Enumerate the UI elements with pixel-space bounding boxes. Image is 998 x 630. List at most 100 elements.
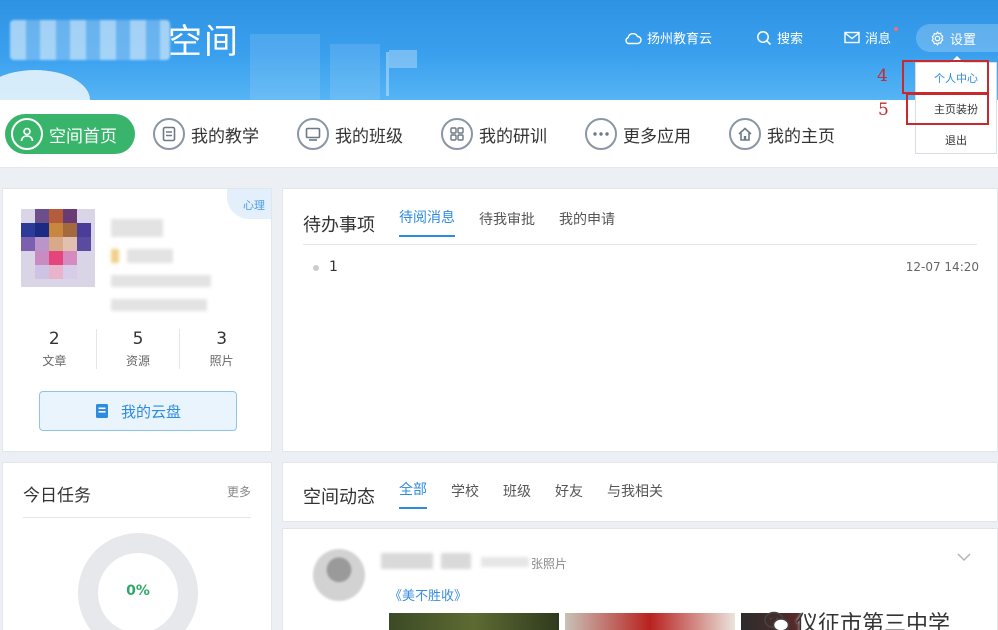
watermark-text: 仪征市第三中学 (796, 612, 951, 630)
nav-item-my-homepage[interactable]: 我的主页 (729, 114, 835, 154)
space-title: 空间 (168, 22, 240, 62)
tab-related-to-me[interactable]: 与我相关 (607, 481, 663, 509)
nav-item-label: 我的研训 (479, 126, 547, 147)
main-nav: 空间首页 我的教学 我的班级 我的研训 更多应用 我的主页 (0, 100, 998, 168)
space-owner-name-blurred (10, 20, 170, 60)
grid-icon (441, 118, 473, 150)
nav-item-label: 空间首页 (49, 126, 117, 147)
more-dots-icon (585, 118, 617, 150)
post-photo-thumbnail[interactable] (565, 613, 735, 630)
gear-icon (931, 30, 944, 46)
stat-resources-label: 资源 (126, 354, 151, 368)
stat-articles[interactable]: 2 文章 (13, 329, 97, 369)
today-tasks-title: 今日任务 (23, 486, 91, 506)
page-header: 空间 扬州教育云 搜索 消息 设置 (0, 0, 998, 100)
user-info-blurred (111, 299, 207, 311)
nav-item-more-apps[interactable]: 更多应用 (585, 114, 691, 154)
stat-articles-label: 文章 (42, 354, 67, 368)
stat-resources[interactable]: 5 资源 (97, 329, 181, 369)
tab-friends[interactable]: 好友 (555, 481, 583, 509)
header-building-decor (330, 44, 380, 100)
tab-pending-messages[interactable]: 待阅消息 (399, 207, 455, 237)
search-link[interactable]: 搜索 (756, 28, 803, 47)
settings-link[interactable]: 设置 (916, 24, 998, 52)
wechat-icon (764, 611, 790, 630)
cloud-link-label: 扬州教育云 (647, 32, 713, 47)
tab-pending-approval[interactable]: 待我审批 (479, 209, 535, 237)
nav-item-space-home[interactable]: 空间首页 (5, 114, 135, 154)
todo-tabs: 待办事项 待阅消息 待我审批 我的申请 (303, 207, 639, 237)
feed-header-card: 空间动态 全部 学校 班级 好友 与我相关 (282, 462, 998, 522)
chevron-down-icon[interactable] (957, 553, 971, 562)
search-link-label: 搜索 (777, 32, 804, 47)
stat-photos-value: 3 (216, 329, 228, 349)
profile-card: 心理 2 文章 5 资源 3 照片 我的云盘 (2, 188, 272, 452)
nav-item-my-teaching[interactable]: 我的教学 (153, 114, 259, 154)
today-tasks-card: 今日任务 更多 0% (2, 462, 272, 630)
avatar-blurred[interactable] (21, 209, 95, 287)
wechat-watermark: 仪征市第三中学 (764, 606, 950, 630)
todo-item-time: 12-07 14:20 (905, 260, 979, 274)
nav-item-my-training[interactable]: 我的研训 (441, 114, 547, 154)
poster-school-blurred (441, 553, 471, 569)
cloud-icon (625, 32, 642, 44)
user-icon (11, 118, 43, 150)
user-school-blurred (111, 275, 211, 287)
feed-tabs: 空间动态 全部 学校 班级 好友 与我相关 (303, 479, 687, 509)
cloud-disk-icon (95, 404, 108, 418)
bullet-icon (313, 265, 319, 271)
tab-my-applications[interactable]: 我的申请 (559, 209, 615, 237)
highlight-box-5 (906, 93, 989, 125)
todo-item-text-wrap: 1 (313, 259, 338, 275)
todo-item[interactable]: 1 12-07 14:20 (313, 259, 979, 275)
tab-all[interactable]: 全部 (399, 479, 427, 509)
messages-link-label: 消息 (865, 32, 892, 47)
todo-title: 待办事项 (303, 215, 375, 236)
post-photo-count-label: 张照片 (531, 557, 568, 571)
monitor-icon (297, 118, 329, 150)
user-badge-blurred (111, 249, 119, 263)
annotation-number-5: 5 (878, 100, 889, 120)
search-icon (757, 30, 772, 45)
highlight-box-4 (902, 60, 989, 94)
mail-icon (844, 31, 860, 44)
nav-item-label: 我的班级 (335, 126, 403, 147)
poster-name-blurred (381, 553, 433, 569)
home-icon (729, 118, 761, 150)
feed-title: 空间动态 (303, 487, 375, 508)
header-building-decor (250, 34, 320, 100)
progress-ring (78, 533, 198, 630)
cloud-link[interactable]: 扬州教育云 (624, 28, 712, 47)
menu-item-logout[interactable]: 退出 (916, 132, 996, 148)
document-icon (153, 118, 185, 150)
post-photo-thumbnail[interactable] (389, 613, 559, 630)
user-role-blurred (127, 249, 173, 263)
todo-divider (303, 244, 977, 245)
nav-item-label: 我的主页 (767, 126, 835, 147)
stat-photos-label: 照片 (209, 354, 234, 368)
post-album-link[interactable]: 《美不胜收》 (389, 585, 467, 604)
header-hill-decor (0, 70, 90, 100)
progress-value: 0% (126, 583, 150, 599)
today-tasks-more-link[interactable]: 更多 (227, 483, 251, 500)
stat-resources-value: 5 (132, 329, 144, 349)
profile-stats: 2 文章 5 资源 3 照片 (13, 329, 263, 369)
todo-item-text: 1 (329, 259, 338, 275)
nav-item-label: 我的教学 (191, 126, 259, 147)
stat-articles-value: 2 (48, 329, 60, 349)
my-cloud-disk-label: 我的云盘 (120, 402, 181, 421)
annotation-number-4: 4 (877, 66, 888, 86)
tab-school[interactable]: 学校 (451, 481, 479, 509)
tab-class[interactable]: 班级 (503, 481, 531, 509)
messages-link[interactable]: 消息 (844, 28, 891, 47)
stat-photos[interactable]: 3 照片 (180, 329, 263, 369)
poster-avatar-blurred[interactable] (313, 549, 365, 601)
nav-item-my-class[interactable]: 我的班级 (297, 114, 403, 154)
nav-item-label: 更多应用 (623, 126, 691, 147)
unread-dot (894, 27, 898, 31)
user-name-blurred (111, 219, 163, 237)
my-cloud-disk-button[interactable]: 我的云盘 (39, 391, 237, 431)
flag-decor (389, 50, 417, 68)
tasks-divider (23, 517, 251, 518)
post-meta-blurred (481, 557, 529, 567)
